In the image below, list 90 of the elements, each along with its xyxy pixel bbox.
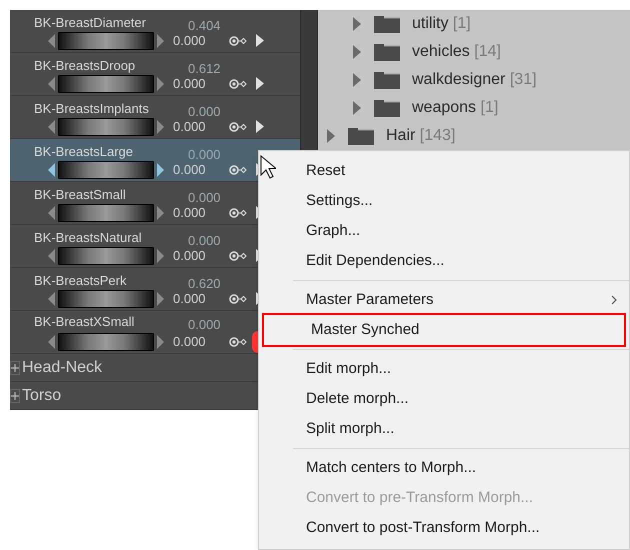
expand-arrow-icon[interactable] bbox=[352, 73, 362, 87]
morph-value: 0.612 bbox=[188, 62, 221, 74]
dial-slider[interactable] bbox=[58, 204, 154, 222]
morph-name: BK-BreastsNatural bbox=[34, 230, 143, 244]
morph-value: 0.000 bbox=[188, 234, 221, 246]
left-arrow-icon[interactable] bbox=[48, 120, 55, 134]
link-icon[interactable] bbox=[228, 164, 247, 174]
dial-slider[interactable] bbox=[58, 74, 154, 92]
expand-arrow-icon[interactable] bbox=[352, 45, 362, 59]
link-icon[interactable] bbox=[228, 294, 247, 304]
morph-name: BK-BreastsImplants bbox=[34, 100, 150, 116]
folder-icon bbox=[374, 43, 400, 61]
play-arrow-icon[interactable] bbox=[256, 34, 264, 47]
folder-icon bbox=[374, 71, 400, 89]
tree-item[interactable]: vehicles [14] bbox=[318, 38, 630, 66]
morph-value: 0.000 bbox=[188, 318, 221, 330]
expand-box[interactable] bbox=[10, 360, 20, 374]
dial-slider[interactable] bbox=[58, 118, 154, 136]
link-icon[interactable] bbox=[228, 336, 247, 346]
group-label[interactable]: Head-Neck bbox=[22, 356, 102, 380]
dial-slider[interactable] bbox=[58, 290, 154, 308]
left-arrow-icon[interactable] bbox=[48, 34, 55, 48]
left-arrow-icon[interactable] bbox=[48, 76, 55, 90]
expand-box[interactable] bbox=[10, 388, 20, 402]
folder-label: walkdesigner [31] bbox=[412, 70, 537, 90]
right-arrow-icon[interactable] bbox=[157, 206, 164, 220]
folder-icon bbox=[374, 99, 400, 117]
expand-arrow-icon[interactable] bbox=[352, 101, 362, 115]
morph-base-value: 0.000 bbox=[173, 162, 206, 176]
folder-label: utility [1] bbox=[412, 14, 471, 34]
morph-name: BK-BreastDiameter bbox=[34, 14, 147, 30]
tree-item[interactable]: utility [1] bbox=[318, 10, 630, 38]
tree-item[interactable]: weapons [1] bbox=[318, 94, 630, 122]
link-icon[interactable] bbox=[228, 250, 247, 260]
menu-item[interactable]: Edit morph... bbox=[259, 354, 629, 384]
dial-slider[interactable] bbox=[58, 32, 154, 50]
morph-value: 0.000 bbox=[188, 190, 221, 204]
right-arrow-icon[interactable] bbox=[157, 248, 164, 262]
left-arrow-icon[interactable] bbox=[48, 292, 55, 306]
tree-item[interactable]: Hair [143] bbox=[318, 122, 630, 150]
link-icon[interactable] bbox=[228, 122, 247, 132]
morph-base-value: 0.000 bbox=[173, 292, 206, 306]
folder-label: weapons [1] bbox=[412, 98, 498, 118]
dial-slider[interactable] bbox=[58, 160, 154, 178]
morph-base-value: 0.000 bbox=[173, 334, 206, 348]
submenu-chevron-icon bbox=[611, 295, 617, 305]
dial-slider[interactable] bbox=[58, 332, 154, 350]
dial-slider[interactable] bbox=[58, 246, 154, 264]
expand-arrow-icon[interactable] bbox=[326, 129, 336, 143]
morph-base-value: 0.000 bbox=[173, 248, 206, 262]
menu-item[interactable]: Convert to post-Transform Morph... bbox=[259, 513, 629, 543]
link-icon[interactable] bbox=[228, 208, 247, 218]
mouse-pointer-icon bbox=[260, 155, 276, 179]
right-arrow-icon[interactable] bbox=[157, 334, 164, 348]
expand-arrow-icon[interactable] bbox=[352, 17, 362, 31]
right-arrow-icon[interactable] bbox=[157, 120, 164, 134]
morph-base-value: 0.000 bbox=[173, 76, 206, 90]
right-arrow-icon[interactable] bbox=[157, 76, 164, 90]
left-arrow-icon[interactable] bbox=[48, 162, 55, 176]
left-arrow-icon[interactable] bbox=[48, 248, 55, 262]
folder-icon bbox=[348, 127, 374, 145]
menu-item[interactable]: Match centers to Morph... bbox=[259, 453, 629, 483]
morph-base-value: 0.000 bbox=[173, 206, 206, 220]
left-arrow-icon[interactable] bbox=[48, 206, 55, 220]
folder-label: Hair [143] bbox=[386, 126, 456, 146]
morph-name: BK-BreastsPerk bbox=[34, 272, 128, 288]
morph-base-value: 0.000 bbox=[173, 120, 206, 134]
link-icon[interactable] bbox=[228, 36, 247, 46]
link-icon[interactable] bbox=[228, 78, 247, 88]
morph-name: BK-BreastsLarge bbox=[34, 144, 134, 158]
morph-value: 0.000 bbox=[188, 148, 221, 160]
play-arrow-icon[interactable] bbox=[256, 120, 264, 133]
morph-value: 0.000 bbox=[188, 104, 221, 118]
left-arrow-icon[interactable] bbox=[48, 334, 55, 348]
menu-item[interactable]: Delete morph... bbox=[259, 384, 629, 414]
morph-value: 0.404 bbox=[188, 18, 221, 32]
morph-value: 0.620 bbox=[188, 276, 221, 290]
morph-base-value: 0.000 bbox=[173, 34, 206, 48]
folder-label: vehicles [14] bbox=[412, 42, 501, 62]
right-arrow-icon[interactable] bbox=[157, 162, 164, 176]
morph-name: BK-BreastSmall bbox=[34, 186, 127, 202]
right-arrow-icon[interactable] bbox=[157, 34, 164, 48]
morph-name: BK-BreastsDroop bbox=[34, 58, 136, 72]
play-arrow-icon[interactable] bbox=[256, 77, 264, 90]
folder-icon bbox=[374, 15, 400, 33]
group-label[interactable]: Torso bbox=[22, 384, 62, 408]
morph-name: BK-BreastXSmall bbox=[34, 314, 136, 328]
right-arrow-icon[interactable] bbox=[157, 292, 164, 306]
menu-item[interactable]: Split morph... bbox=[259, 414, 629, 444]
tree-item[interactable]: walkdesigner [31] bbox=[318, 66, 630, 94]
